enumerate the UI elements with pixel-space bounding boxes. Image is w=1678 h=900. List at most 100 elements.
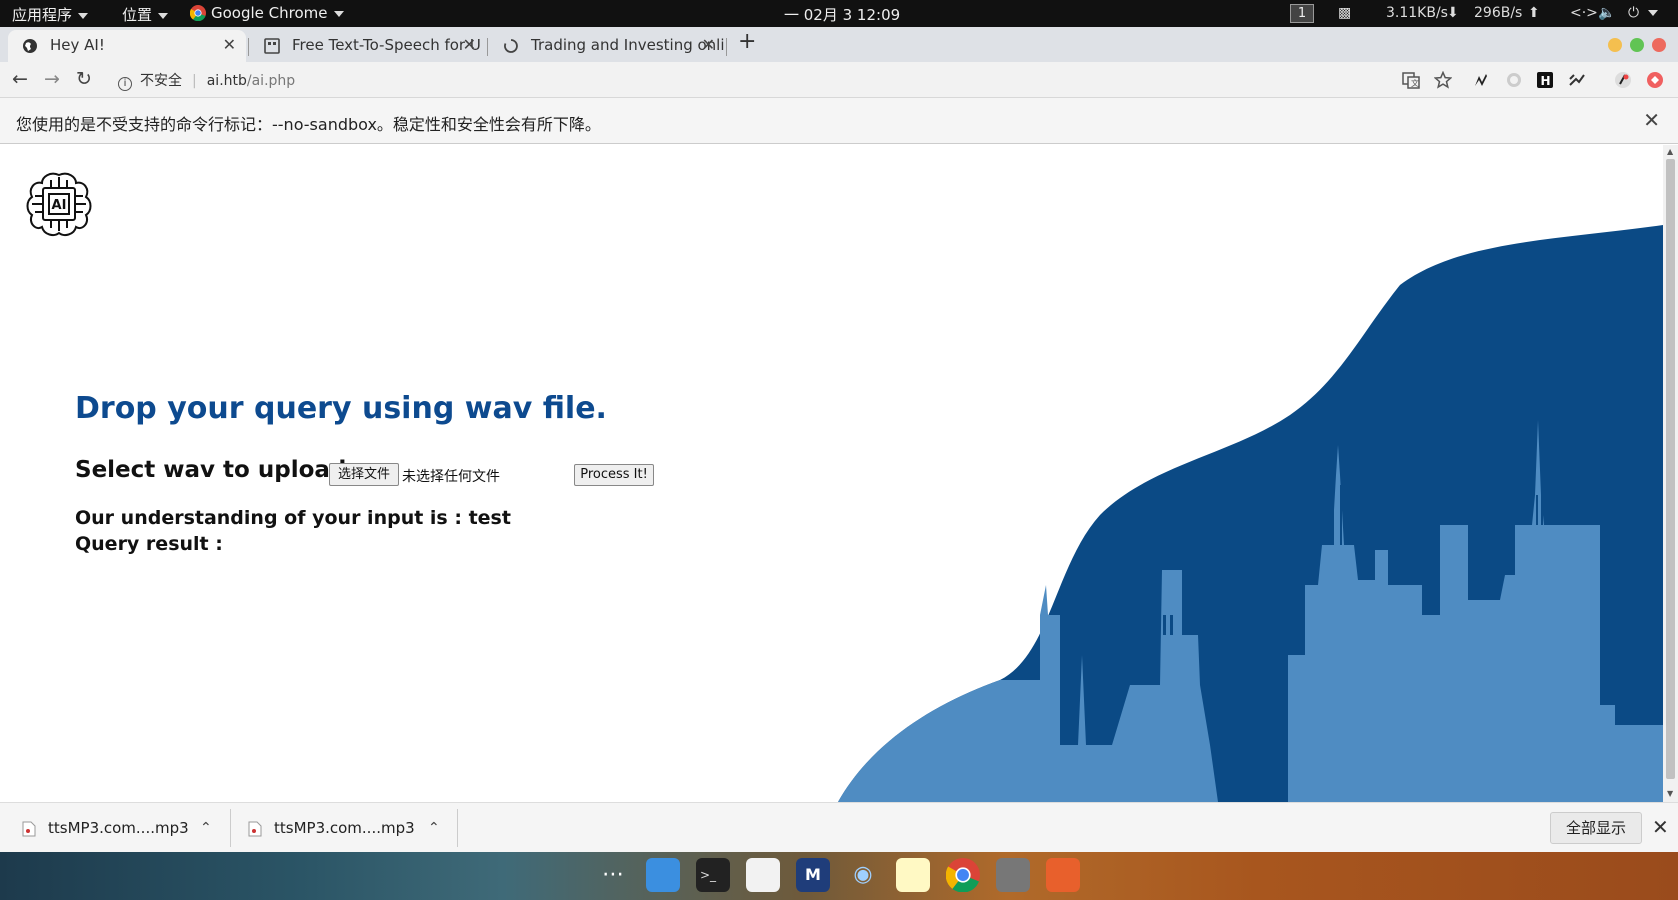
bookmark-star-icon[interactable] xyxy=(1434,71,1452,89)
loading-spinner-icon xyxy=(504,39,518,53)
places-menu[interactable]: 位置 xyxy=(122,4,169,25)
chrome-icon xyxy=(189,5,206,22)
arrow-down-icon: ⬇ xyxy=(1447,5,1459,21)
query-result-text: Query result : xyxy=(75,533,223,555)
security-status: 不安全 xyxy=(140,73,182,89)
chevron-down-icon xyxy=(78,12,89,19)
power-icon[interactable]: ⏻ xyxy=(1628,5,1639,21)
scrollbar-thumb[interactable] xyxy=(1666,159,1675,779)
downloads-bar: ttsMP3.com....mp3 ⌃ ttsMP3.com....mp3 ⌃ … xyxy=(0,802,1678,852)
system-top-bar: 应用程序 位置 Google Chrome 一 02月 3 12:09 1 ▩ … xyxy=(0,0,1678,27)
metasploit-icon[interactable]: M xyxy=(796,858,830,892)
arrow-up-icon: ⬆ xyxy=(1528,5,1540,21)
audio-file-icon xyxy=(248,821,262,837)
settings-icon[interactable] xyxy=(996,858,1030,892)
tab-divider xyxy=(487,38,488,56)
translate-icon[interactable]: 文 xyxy=(1402,71,1420,89)
tab-trading[interactable]: Trading and Investing onlin ✕ xyxy=(489,30,725,62)
back-arrow-icon[interactable]: ← xyxy=(12,68,28,90)
chevron-down-icon xyxy=(158,12,169,19)
extension-red-icon[interactable] xyxy=(1646,71,1664,89)
app-grid-icon[interactable]: ⋯ xyxy=(596,858,630,892)
tab-title: Free Text-To-Speech for U xyxy=(292,36,481,54)
close-icon[interactable]: ✕ xyxy=(463,30,476,60)
upload-label: Select wav to upload: xyxy=(75,457,356,483)
show-all-downloads-button[interactable]: 全部显示 xyxy=(1550,812,1642,844)
burp-suite-icon[interactable] xyxy=(1046,858,1080,892)
process-it-button[interactable]: Process It! xyxy=(574,464,654,486)
audio-file-icon xyxy=(22,821,36,837)
download-divider xyxy=(457,809,458,847)
tab-divider xyxy=(726,38,727,56)
chevron-up-icon[interactable]: ⌃ xyxy=(428,803,440,853)
network-icon[interactable]: <·> xyxy=(1570,5,1598,21)
info-icon[interactable]: i xyxy=(118,77,132,91)
notes-icon[interactable] xyxy=(896,858,930,892)
active-app-menu[interactable]: Google Chrome xyxy=(189,4,344,22)
close-icon[interactable]: ✕ xyxy=(1652,815,1669,839)
chevron-down-icon xyxy=(333,10,344,17)
chevron-up-icon[interactable]: ⌃ xyxy=(200,803,212,853)
extension-dial-icon[interactable] xyxy=(1614,71,1632,89)
url-path: /ai.php xyxy=(246,73,296,89)
close-icon[interactable]: ✕ xyxy=(1643,108,1660,132)
choose-file-button[interactable]: 选择文件 xyxy=(329,463,399,486)
scroll-up-arrow-icon[interactable]: ▲ xyxy=(1667,147,1673,156)
finder-icon[interactable] xyxy=(646,858,680,892)
people-icon[interactable]: ▩ xyxy=(1338,5,1351,21)
vertical-scrollbar[interactable]: ▲ ▼ xyxy=(1663,145,1678,802)
places-menu-label: 位置 xyxy=(122,6,153,24)
extension-network-icon[interactable] xyxy=(1568,71,1586,89)
maximize-button[interactable] xyxy=(1630,38,1644,52)
tab-hey-ai[interactable]: Hey AI! ✕ xyxy=(8,30,246,62)
ai-chip-logo: AI xyxy=(26,172,92,236)
clock[interactable]: 一 02月 3 12:09 xyxy=(784,4,900,25)
volume-icon[interactable]: 🔈 xyxy=(1598,5,1615,21)
dock: ⋯ >_ M ◉ xyxy=(0,852,1678,900)
net-up-speed: 296B/s xyxy=(1474,5,1523,21)
terminal-icon[interactable]: >_ xyxy=(696,858,730,892)
download-filename: ttsMP3.com....mp3 xyxy=(274,819,415,837)
close-icon[interactable]: ✕ xyxy=(702,30,715,60)
close-icon[interactable]: ✕ xyxy=(223,30,236,60)
page-headline: Drop your query using wav file. xyxy=(75,391,607,426)
power-menu-caret[interactable] xyxy=(1648,5,1658,21)
logo-text: AI xyxy=(52,198,67,213)
globe-icon xyxy=(23,39,37,53)
understanding-text: Our understanding of your input is : tes… xyxy=(75,507,511,529)
svg-text:文: 文 xyxy=(1411,78,1419,88)
eye-icon[interactable]: ◉ xyxy=(846,858,880,892)
extension-h-icon[interactable]: H xyxy=(1536,71,1554,89)
new-tab-plus-icon[interactable]: + xyxy=(738,29,756,54)
tab-free-tts[interactable]: Free Text-To-Speech for U ✕ xyxy=(250,30,486,62)
svg-text:H: H xyxy=(1541,74,1551,88)
workspace-indicator[interactable]: 1 xyxy=(1290,4,1314,23)
applications-menu-label: 应用程序 xyxy=(12,6,73,24)
applications-menu[interactable]: 应用程序 xyxy=(12,4,89,25)
tab-divider xyxy=(248,38,249,56)
omnibox[interactable]: i 不安全 | ai.htb/ai.php xyxy=(118,70,295,91)
download-divider xyxy=(230,809,231,847)
page-viewport: AI Drop your query using wav file. Selec… xyxy=(0,145,1663,802)
close-window-button[interactable] xyxy=(1652,38,1666,52)
minimize-button[interactable] xyxy=(1608,38,1622,52)
forward-arrow-icon[interactable]: → xyxy=(44,68,60,90)
extension-wappalyzer-icon[interactable] xyxy=(1472,71,1490,89)
active-app-label: Google Chrome xyxy=(211,4,328,22)
tab-strip: Hey AI! ✕ Free Text-To-Speech for U ✕ Tr… xyxy=(0,27,1678,62)
download-item[interactable]: ttsMP3.com....mp3 ⌃ xyxy=(248,803,448,853)
chrome-dock-icon[interactable] xyxy=(945,858,980,893)
tts-site-icon xyxy=(264,38,280,54)
scroll-down-arrow-icon[interactable]: ▼ xyxy=(1667,789,1673,798)
text-editor-icon[interactable] xyxy=(746,858,780,892)
tab-title: Hey AI! xyxy=(50,36,105,54)
download-filename: ttsMP3.com....mp3 xyxy=(48,819,189,837)
navigation-bar: ← → ↻ i 不安全 | ai.htb/ai.php 文 H xyxy=(0,62,1678,98)
extension-circle-icon[interactable] xyxy=(1505,71,1523,89)
warning-infobar: 您使用的是不受支持的命令行标记：--no-sandbox。稳定性和安全性会有所下… xyxy=(0,98,1678,144)
net-down-speed: 3.11KB/s xyxy=(1386,5,1448,21)
download-item[interactable]: ttsMP3.com....mp3 ⌃ xyxy=(22,803,222,853)
reload-icon[interactable]: ↻ xyxy=(76,68,92,90)
url-host: ai.htb xyxy=(206,73,247,89)
tab-title: Trading and Investing onlin xyxy=(531,36,725,54)
